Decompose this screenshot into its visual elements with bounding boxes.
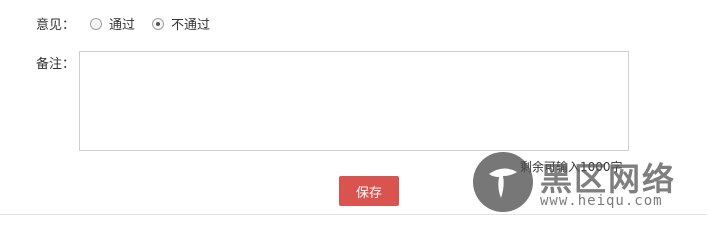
radio-pass[interactable]: 通过 <box>90 14 135 33</box>
remark-label: 备注： <box>36 57 76 72</box>
radio-reject-circle[interactable] <box>152 17 164 30</box>
watermark-logo-icon <box>473 152 533 212</box>
watermark-url: www.heiqu.com <box>540 193 663 209</box>
radio-reject-label: 不通过 <box>171 18 211 33</box>
opinion-row: 意见： <box>36 14 75 33</box>
radio-reject[interactable]: 不通过 <box>152 14 210 33</box>
radio-pass-label: 通过 <box>109 18 136 33</box>
remark-textarea[interactable] <box>79 51 629 151</box>
bottom-divider <box>0 214 707 215</box>
save-button[interactable]: 保存 <box>339 176 399 206</box>
opinion-label: 意见： <box>36 18 76 33</box>
remark-label-row: 备注： <box>36 53 75 72</box>
radio-pass-circle[interactable] <box>90 17 102 30</box>
